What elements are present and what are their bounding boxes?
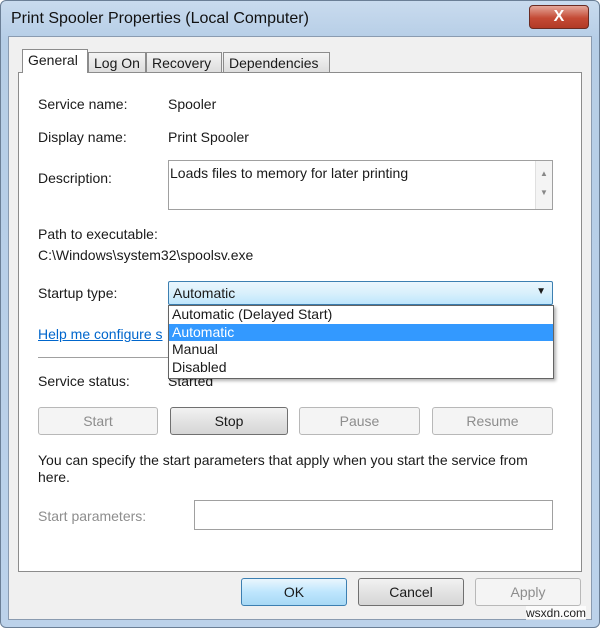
close-button[interactable]: X	[529, 5, 589, 29]
help-configure-link[interactable]: Help me configure s	[38, 326, 163, 342]
service-status-label: Service status:	[38, 373, 130, 389]
service-name-value: Spooler	[168, 96, 217, 112]
service-name-label: Service name:	[38, 96, 128, 112]
path-value: C:\Windows\system32\spoolsv.exe	[38, 247, 254, 263]
tab-log-on[interactable]: Log On	[88, 52, 146, 73]
option-automatic[interactable]: Automatic	[169, 323, 553, 341]
start-params-note: You can specify the start parameters tha…	[38, 452, 528, 485]
option-automatic-delayed[interactable]: Automatic (Delayed Start)	[169, 306, 553, 324]
description-scrollbar[interactable]: ▲ ▼	[535, 161, 552, 209]
tab-general[interactable]: General	[22, 49, 88, 73]
path-label: Path to executable:	[38, 226, 158, 242]
ok-button[interactable]: OK	[241, 578, 347, 606]
start-params-label: Start parameters:	[38, 508, 147, 524]
stop-button[interactable]: Stop	[170, 407, 288, 435]
option-disabled[interactable]: Disabled	[169, 359, 553, 377]
window-title: Print Spooler Properties (Local Computer…	[11, 10, 309, 27]
display-name-value: Print Spooler	[168, 129, 249, 145]
startup-type-dropdown: Automatic (Delayed Start) Automatic Manu…	[168, 305, 554, 379]
display-name-label: Display name:	[38, 129, 127, 145]
pause-button[interactable]: Pause	[299, 407, 420, 435]
resume-button[interactable]: Resume	[432, 407, 553, 435]
chevron-down-icon[interactable]: ▼	[536, 286, 546, 297]
startup-type-label: Startup type:	[38, 285, 118, 301]
description-text: Loads files to memory for later printing	[170, 165, 409, 181]
apply-button[interactable]: Apply	[475, 578, 581, 606]
tab-recovery[interactable]: Recovery	[146, 52, 222, 73]
description-box[interactable]: Loads files to memory for later printing…	[168, 160, 553, 210]
description-label: Description:	[38, 170, 112, 186]
startup-type-value: Automatic	[173, 285, 236, 301]
cancel-button[interactable]: Cancel	[358, 578, 464, 606]
scroll-down-icon[interactable]: ▼	[536, 188, 552, 197]
startup-type-select[interactable]: Automatic ▼	[168, 281, 553, 305]
option-manual[interactable]: Manual	[169, 341, 553, 359]
tab-dependencies[interactable]: Dependencies	[223, 52, 330, 73]
start-button[interactable]: Start	[38, 407, 158, 435]
watermark: wsxdn.com	[526, 606, 587, 620]
start-params-input[interactable]	[194, 500, 553, 530]
scroll-up-icon[interactable]: ▲	[536, 169, 552, 178]
